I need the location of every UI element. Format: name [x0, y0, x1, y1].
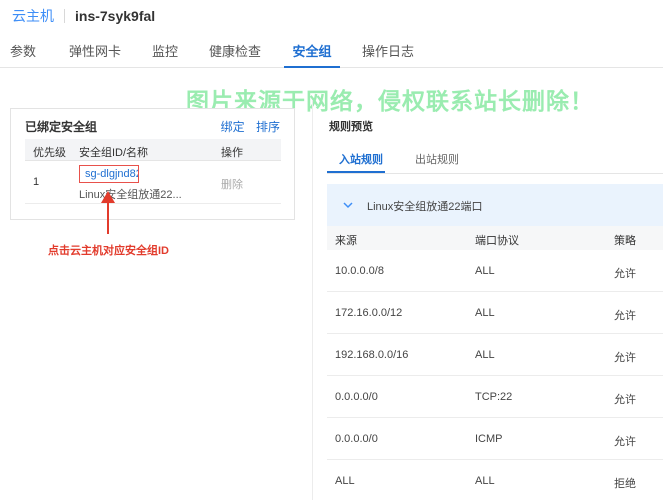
rule-policy: 拒绝 [614, 478, 636, 490]
tab-inbound-rules[interactable]: 入站规则 [339, 151, 383, 167]
tab-security-group[interactable]: 安全组 [284, 36, 340, 68]
col-policy: 策略 [614, 235, 636, 247]
breadcrumb: 云主机 ins-7syk9fal [0, 0, 663, 32]
rule-policy: 允许 [614, 394, 636, 406]
bound-security-groups-card: 已绑定安全组 绑定 排序 优先级 安全组ID/名称 操作 1 sg-dlgjnd… [10, 108, 295, 220]
table-row: 1 sg-dlgjnd82 Linux安全组放通22... 删除 [25, 162, 281, 204]
bind-button[interactable]: 绑定 [221, 120, 245, 134]
table-row: 192.168.0.0/16 ALL 允许 [327, 334, 663, 376]
rule-direction-tabs: 入站规则 出站规则 [327, 144, 663, 174]
rule-source: 0.0.0.0/0 [335, 433, 378, 445]
row-priority: 1 [33, 176, 40, 188]
rule-group-name: Linux安全组放通22端口 [367, 201, 483, 213]
rule-port: ALL [475, 475, 495, 487]
rule-port: TCP:22 [475, 391, 513, 403]
col-id-name: 安全组ID/名称 [79, 147, 149, 159]
detail-tabs: 参数 弹性网卡 监控 健康检查 安全组 操作日志 [0, 36, 663, 68]
delete-button[interactable]: 删除 [221, 176, 243, 192]
rule-port: ALL [475, 349, 495, 361]
tab-operation-log[interactable]: 操作日志 [358, 36, 418, 68]
rules-table-header: 来源 端口协议 策略 [327, 226, 663, 250]
rule-port: ALL [475, 265, 495, 277]
col-priority: 优先级 [33, 147, 66, 159]
tab-health-check[interactable]: 健康检查 [204, 36, 266, 68]
rule-group-header[interactable]: Linux安全组放通22端口 [327, 184, 663, 226]
rule-preview-title: 规则预览 [329, 121, 373, 133]
rule-policy: 允许 [614, 268, 636, 280]
rule-port: ALL [475, 307, 495, 319]
rule-source: 192.168.0.0/16 [335, 349, 409, 361]
sort-button[interactable]: 排序 [256, 120, 280, 134]
bound-groups-table-header: 优先级 安全组ID/名称 操作 [25, 139, 281, 161]
table-row: 172.16.0.0/12 ALL 允许 [327, 292, 663, 334]
tab-outbound-rules[interactable]: 出站规则 [415, 151, 459, 167]
rule-source: 10.0.0.0/8 [335, 265, 384, 277]
rule-source: 0.0.0.0/0 [335, 391, 378, 403]
col-source: 来源 [335, 235, 357, 247]
table-row: 0.0.0.0/0 TCP:22 允许 [327, 376, 663, 418]
annotation-arrow-icon [101, 191, 115, 234]
table-row: ALL ALL 拒绝 [327, 460, 663, 500]
security-group-id-link[interactable]: sg-dlgjnd82 [79, 165, 139, 183]
col-action: 操作 [221, 147, 243, 159]
active-subtab-indicator [327, 171, 385, 173]
panel-divider [312, 100, 313, 500]
table-row: 0.0.0.0/0 ICMP 允许 [327, 418, 663, 460]
table-row: 10.0.0.0/8 ALL 允许 [327, 250, 663, 292]
rule-policy: 允许 [614, 436, 636, 448]
col-port-protocol: 端口协议 [475, 235, 519, 247]
rule-policy: 允许 [614, 310, 636, 322]
rule-source: ALL [335, 475, 355, 487]
card-actions: 绑定 排序 [213, 118, 280, 135]
bound-groups-title: 已绑定安全组 [25, 120, 98, 134]
security-group-name: Linux安全组放通22... [79, 189, 182, 201]
annotation-callout: 点击云主机对应安全组ID [48, 245, 169, 257]
rule-source: 172.16.0.0/12 [335, 307, 403, 319]
rule-port: ICMP [475, 433, 503, 445]
chevron-down-icon[interactable] [343, 198, 353, 212]
tab-eni[interactable]: 弹性网卡 [64, 36, 126, 68]
rule-policy: 允许 [614, 352, 636, 364]
tab-params[interactable]: 参数 [0, 36, 46, 68]
instance-id: ins-7syk9fal [75, 8, 156, 24]
tab-monitoring[interactable]: 监控 [144, 36, 186, 68]
breadcrumb-divider [64, 9, 65, 23]
breadcrumb-cvm-link[interactable]: 云主机 [12, 6, 54, 26]
